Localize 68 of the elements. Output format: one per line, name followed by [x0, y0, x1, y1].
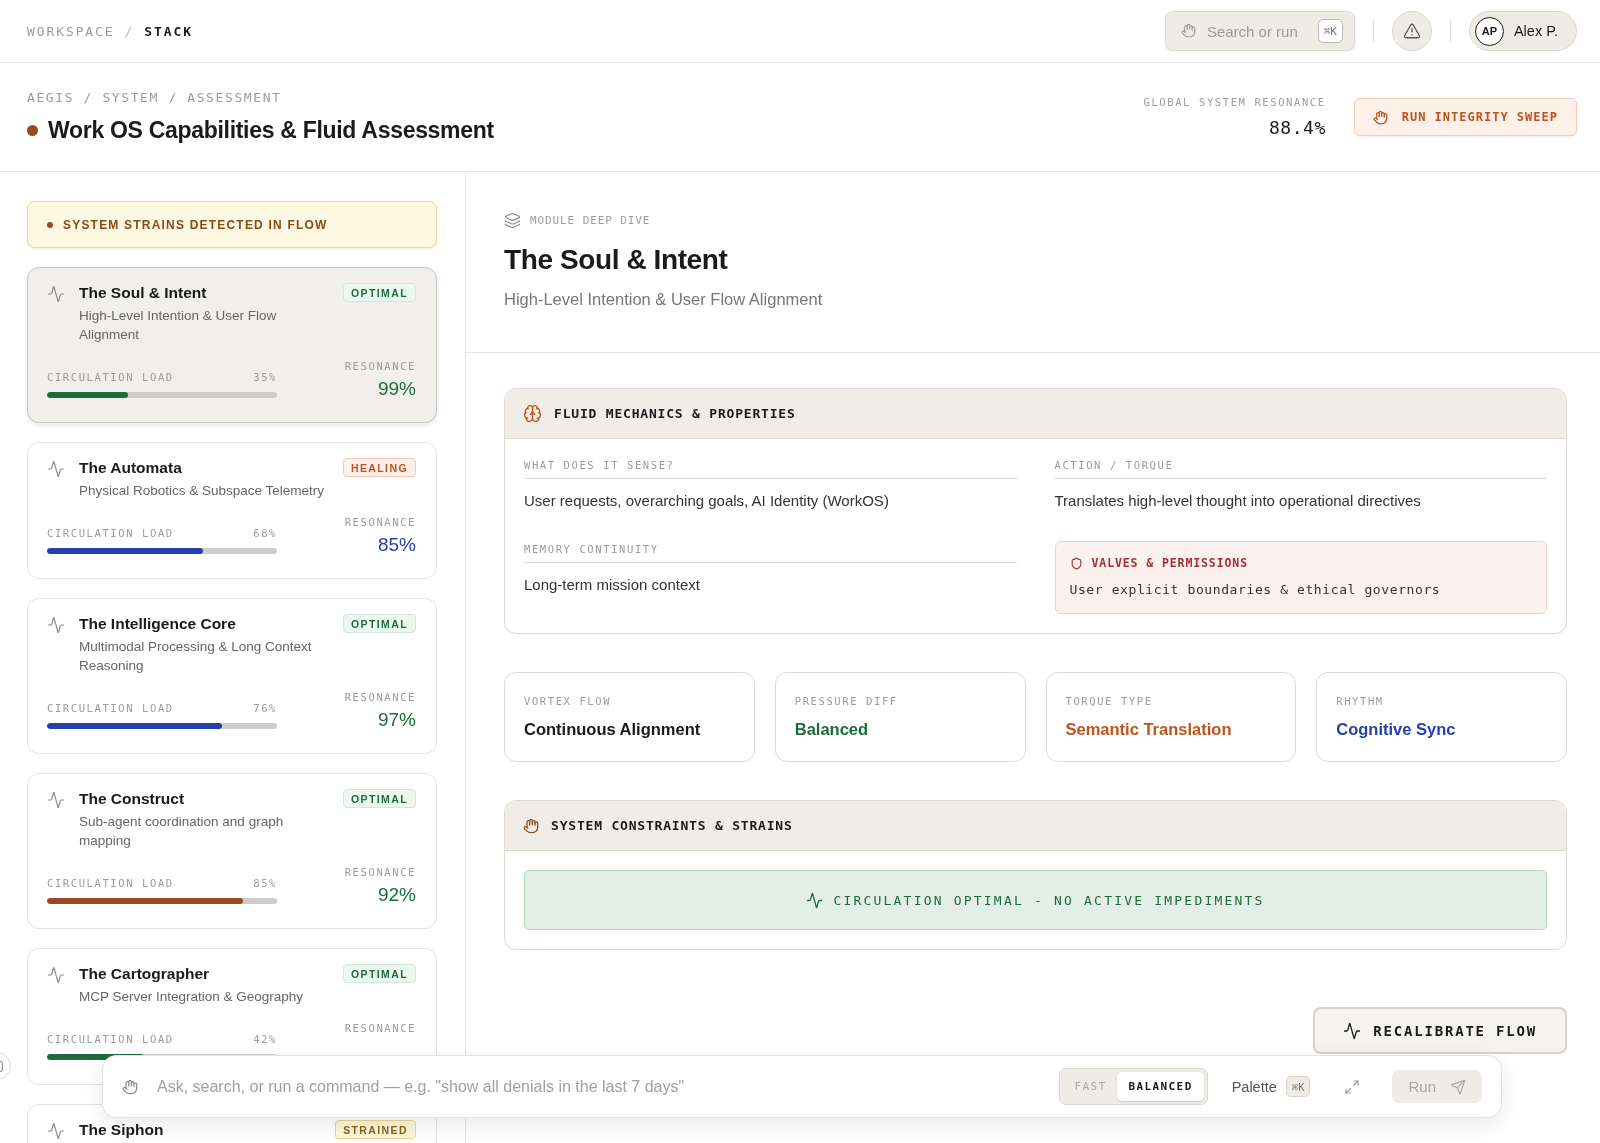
field-label: ACTION / TORQUE [1054, 459, 1547, 479]
load-reading: 76% [253, 702, 277, 714]
resonance-label: RESONANCE [344, 691, 416, 703]
avatar-initials: AP [1474, 16, 1504, 46]
load-reading: 68% [253, 527, 277, 539]
load-label: CIRCULATION LOAD [47, 877, 174, 889]
status-badge: STRAINED [335, 1120, 416, 1139]
notice-text: User explicit boundaries & ethical governors [1069, 581, 1441, 599]
field-value: Translates high-level thought into operational directives [1054, 491, 1421, 511]
module-title: The Soul & Intent [79, 283, 207, 303]
panel-title: FLUID MECHANICS & PROPERTIES [554, 406, 796, 421]
page-path: AEGIS / SYSTEM / ASSESSMENT [27, 90, 282, 105]
status-badge: OPTIMAL [342, 614, 416, 633]
resonance-label: RESONANCE [344, 866, 416, 878]
module-description: Multimodal Processing & Long Context Reasoning [79, 638, 313, 675]
resonance-label: RESONANCE [344, 360, 416, 372]
resonance-reading: 88.4% [1269, 117, 1326, 138]
metric-label: VORTEX FLOW [524, 695, 612, 707]
field-label: WHAT DOES IT SENSE? [524, 459, 1017, 479]
status-text: CIRCULATION OPTIMAL - NO ACTIVE IMPEDIMENTS [833, 892, 1265, 908]
metric-value: Continuous Alignment [524, 719, 701, 739]
load-label: CIRCULATION LOAD [47, 702, 174, 714]
status-badge: HEALING [342, 458, 416, 477]
load-label: CIRCULATION LOAD [47, 1033, 174, 1045]
module-description: Physical Robotics & Subspace Telemetry [79, 482, 325, 500]
module-description: High-Level Intention & User Flow Alignment [79, 307, 278, 344]
metric-label: PRESSURE DIFF [794, 695, 898, 707]
alert-text: SYSTEM STRAINS DETECTED IN FLOW [63, 217, 328, 232]
status-badge: OPTIMAL [342, 964, 416, 983]
breadcrumb-separator: / [124, 23, 135, 39]
module-title: The Construct [79, 789, 185, 809]
resonance-label: RESONANCE [344, 1022, 416, 1034]
page-title: Work OS Capabilities & Fluid Assessment [48, 116, 494, 144]
notice-title: VALVES & PERMISSIONS [1091, 556, 1248, 570]
resonance-label: RESONANCE [344, 516, 416, 528]
status-badge: OPTIMAL [342, 789, 416, 808]
metric-value: Balanced [794, 719, 869, 739]
field-label: MEMORY CONTINUITY [524, 543, 1017, 563]
load-label: CIRCULATION LOAD [47, 527, 174, 539]
module-subheading: High-Level Intention & User Flow Alignment [504, 289, 823, 310]
metric-value: Semantic Translation [1065, 719, 1232, 739]
module-title: The Automata [79, 458, 182, 478]
user-name: Alex P. [1513, 23, 1558, 39]
module-title: The Siphon [79, 1120, 164, 1140]
panel-title: SYSTEM CONSTRAINTS & STRAINS [551, 818, 793, 833]
metric-label: RHYTHM [1336, 695, 1384, 707]
module-description: Sub-agent coordination and graph mapping [79, 813, 285, 850]
resonance-value: 97% [377, 709, 416, 731]
resonance-value: 85% [377, 534, 416, 556]
load-reading: 35% [253, 371, 277, 383]
resonance-value: 92% [377, 884, 416, 906]
field-value: Long-term mission context [524, 575, 700, 595]
module-description: MCP Server Integration & Geography [79, 988, 304, 1006]
module-heading: The Soul & Intent [504, 244, 728, 276]
load-reading: 85% [253, 877, 277, 889]
resonance-label: GLOBAL SYSTEM RESONANCE [1143, 96, 1326, 108]
shortcut-key: ⌘K [1285, 1076, 1311, 1097]
load-reading: 42% [253, 1033, 277, 1045]
module-title: The Cartographer [79, 964, 210, 984]
status-badge: OPTIMAL [342, 283, 416, 302]
module-title: The Intelligence Core [79, 614, 236, 634]
field-value: User requests, overarching goals, AI Identity (WorkOS) [524, 491, 889, 511]
section-eyebrow: MODULE DEEP DIVE [530, 214, 651, 227]
shortcut-key: ⌘K [1317, 19, 1343, 43]
metric-value: Cognitive Sync [1336, 719, 1456, 739]
resonance-value: 99% [377, 378, 416, 400]
load-label: CIRCULATION LOAD [47, 371, 174, 383]
metric-label: TORQUE TYPE [1065, 695, 1153, 707]
